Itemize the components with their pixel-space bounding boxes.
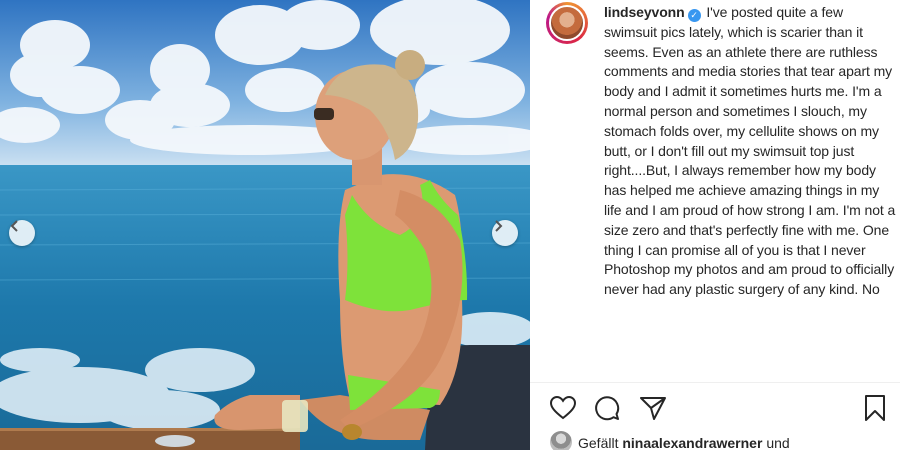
user-avatar[interactable] bbox=[546, 2, 588, 44]
chevron-right-icon bbox=[495, 220, 503, 232]
like-button[interactable] bbox=[548, 393, 578, 423]
likes-suffix: und bbox=[766, 435, 790, 450]
username-link[interactable]: lindseyvonn bbox=[604, 4, 685, 20]
post-photo bbox=[0, 0, 530, 450]
heart-icon bbox=[550, 396, 576, 420]
post-side-panel: lindseyvonn ✓ I've posted quite a few swi… bbox=[530, 0, 900, 450]
send-icon bbox=[640, 397, 666, 420]
liker-username-link[interactable]: ninaalexandrawerner bbox=[622, 435, 762, 450]
chevron-left-icon bbox=[10, 220, 18, 232]
liker-avatar[interactable] bbox=[550, 431, 572, 450]
likes-summary: Gefällt ninaalexandrawerner und bbox=[550, 431, 790, 450]
save-button[interactable] bbox=[860, 393, 890, 423]
avatar-image bbox=[549, 5, 585, 41]
caption-area: lindseyvonn ✓ I've posted quite a few swi… bbox=[530, 0, 900, 382]
post-caption: lindseyvonn ✓ I've posted quite a few swi… bbox=[604, 3, 898, 300]
previous-photo-button[interactable] bbox=[9, 220, 35, 246]
verified-badge-icon: ✓ bbox=[687, 9, 701, 22]
likes-prefix: Gefällt bbox=[578, 435, 619, 450]
comment-button[interactable] bbox=[592, 393, 622, 423]
caption-text: I've posted quite a few swimsuit pics la… bbox=[604, 4, 896, 298]
share-button[interactable] bbox=[638, 393, 668, 423]
comment-icon bbox=[595, 396, 620, 421]
action-bar bbox=[548, 393, 888, 425]
next-photo-button[interactable] bbox=[492, 220, 518, 246]
bookmark-icon bbox=[865, 395, 885, 421]
photo-scene bbox=[0, 0, 530, 450]
divider bbox=[530, 382, 900, 383]
